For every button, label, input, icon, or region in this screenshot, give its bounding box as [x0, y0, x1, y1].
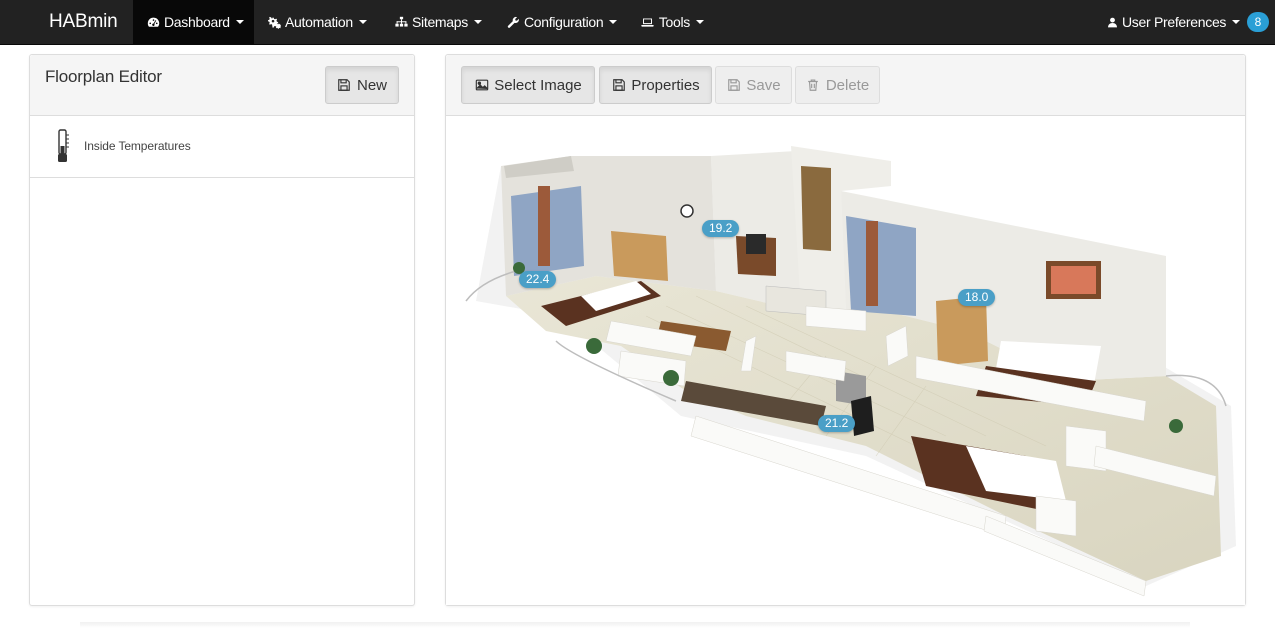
floorplan-image: [465, 146, 1236, 597]
nav-configuration[interactable]: Configuration: [493, 0, 627, 44]
chevron-down-icon: [358, 20, 367, 24]
select-image-button[interactable]: Select Image: [461, 66, 595, 104]
properties-label: Properties: [631, 76, 700, 94]
floorplan-editor-panel: Select Image Properties Save Delete 19.2…: [445, 54, 1246, 606]
thermometer-icon: [58, 129, 69, 162]
list-item-label: Inside Temperatures: [84, 139, 191, 153]
chevron-down-icon: [609, 20, 618, 24]
nav-configuration-label: Configuration: [524, 14, 604, 30]
top-navbar: HABmin Dashboard Automation Sitemaps Con…: [0, 0, 1275, 45]
chevron-down-icon: [1232, 20, 1241, 24]
floorplan-list-panel: Floorplan Editor New Inside Temperatures: [29, 54, 415, 606]
panel-heading: Floorplan Editor New: [30, 55, 414, 116]
wrench-icon: [507, 15, 520, 29]
temperature-marker[interactable]: 21.2: [818, 415, 856, 432]
nav-automation-label: Automation: [285, 14, 353, 30]
nav-sitemaps[interactable]: Sitemaps: [381, 0, 493, 44]
nav-user-preferences-label: User Preferences: [1122, 14, 1227, 30]
laptop-icon: [641, 15, 655, 29]
dashboard-icon: [147, 15, 160, 29]
nav-tools-label: Tools: [658, 14, 690, 30]
nav-automation[interactable]: Automation: [254, 0, 380, 44]
properties-button[interactable]: Properties: [599, 66, 712, 104]
trash-icon: [806, 78, 821, 93]
cogs-icon: [268, 15, 281, 29]
brand-logo[interactable]: HABmin: [49, 0, 118, 44]
nav-dashboard-label: Dashboard: [164, 14, 230, 30]
save-label: Save: [746, 76, 781, 94]
nav-user-preferences[interactable]: User Preferences: [1093, 0, 1244, 44]
sitemap-icon: [395, 15, 408, 29]
notification-badge[interactable]: 8: [1247, 12, 1269, 32]
nav-tools[interactable]: Tools: [627, 0, 718, 44]
panel-title: Floorplan Editor: [45, 67, 162, 86]
temperature-marker[interactable]: 22.4: [519, 271, 557, 288]
floorplan-canvas[interactable]: 19.2 22.4 18.0 21.2: [446, 116, 1245, 605]
list-item[interactable]: Inside Temperatures: [30, 115, 414, 178]
chevron-down-icon: [235, 20, 244, 24]
page-footer-shadow: [80, 622, 1190, 628]
chevron-down-icon: [473, 20, 482, 24]
nav-dashboard[interactable]: Dashboard: [133, 0, 254, 44]
delete-button[interactable]: Delete: [795, 66, 880, 104]
save-icon: [726, 78, 741, 93]
nav-sitemaps-label: Sitemaps: [412, 14, 468, 30]
new-button[interactable]: New: [325, 66, 399, 104]
user-icon: [1107, 15, 1118, 29]
temperature-marker[interactable]: 19.2: [702, 220, 740, 237]
delete-label: Delete: [825, 76, 870, 94]
editor-toolbar: Select Image Properties Save Delete: [446, 55, 1245, 116]
image-icon: [474, 78, 489, 93]
save-icon: [337, 78, 352, 93]
chevron-down-icon: [696, 20, 704, 24]
save-button[interactable]: Save: [715, 66, 792, 104]
temperature-marker[interactable]: 18.0: [958, 289, 996, 306]
save-icon: [611, 78, 626, 93]
new-button-label: New: [356, 76, 387, 94]
select-image-label: Select Image: [494, 76, 582, 94]
